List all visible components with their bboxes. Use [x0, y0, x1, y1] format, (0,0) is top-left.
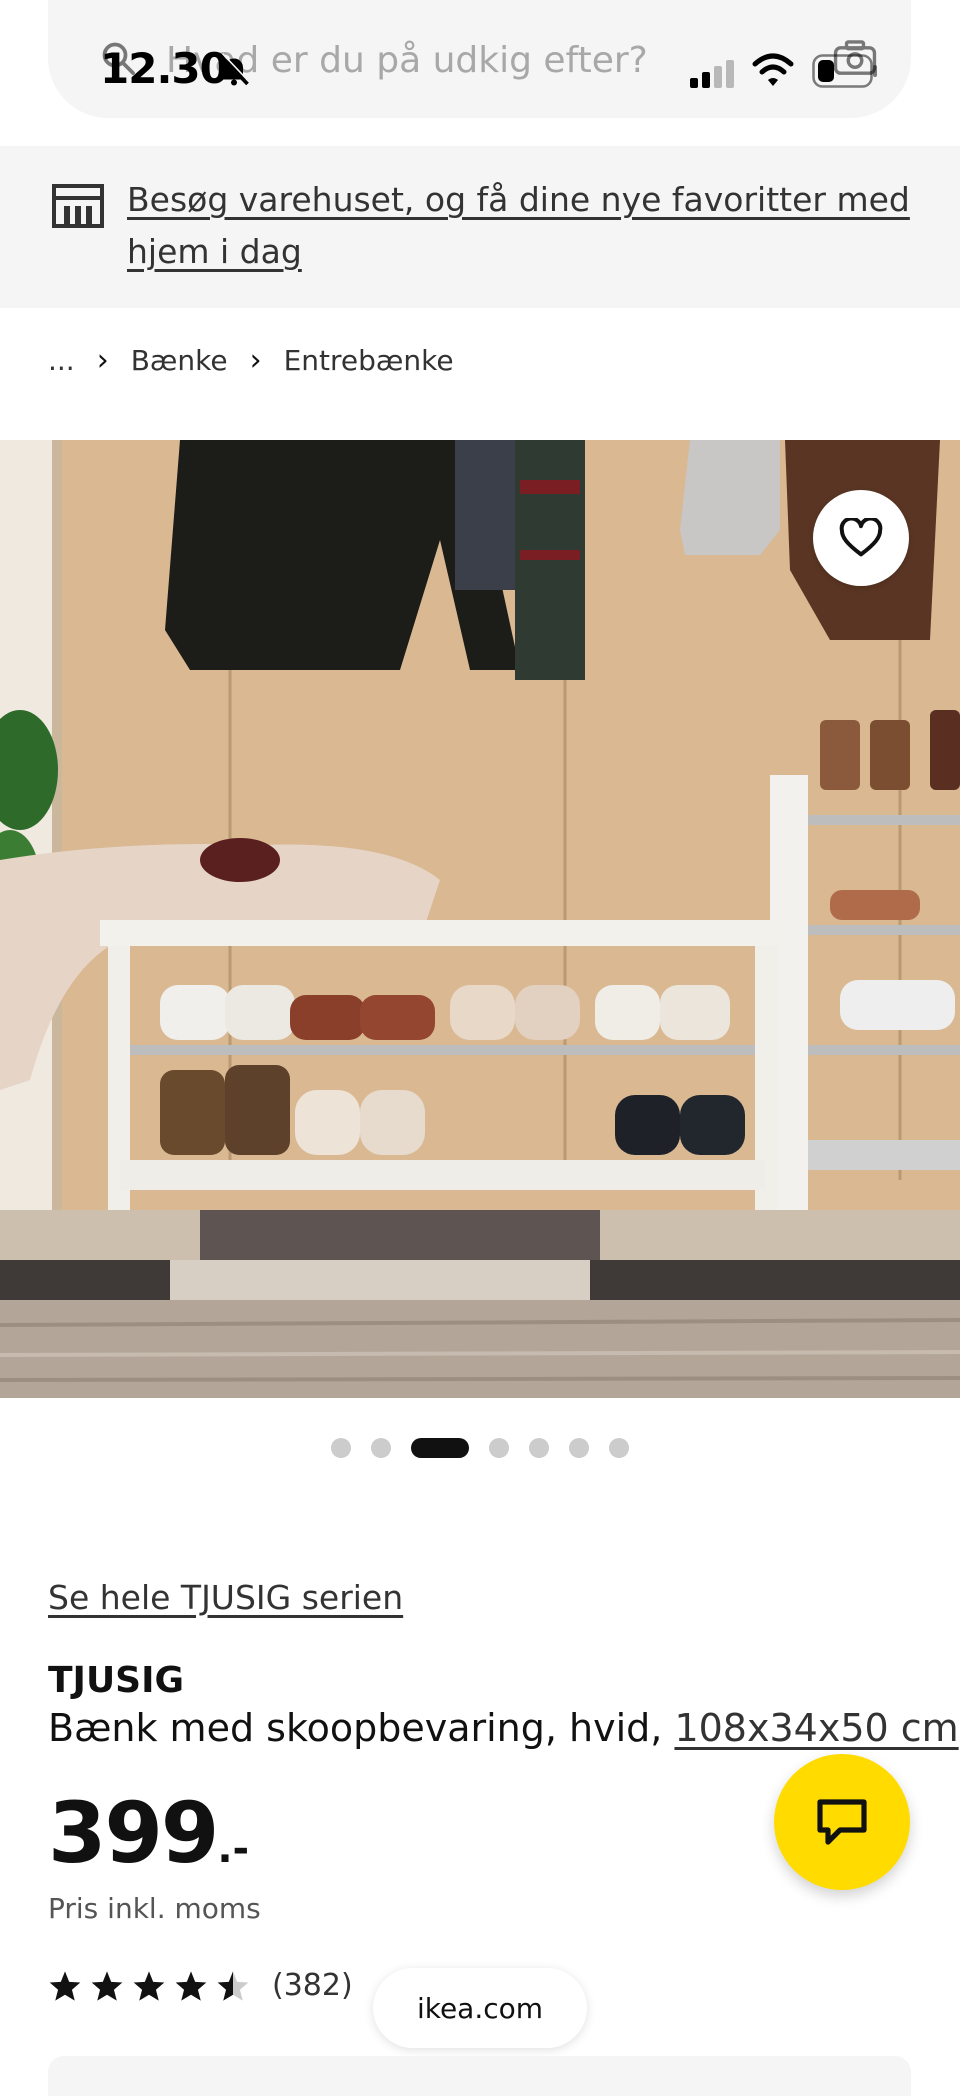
breadcrumb: ... › Bænke › Entrebænke [48, 340, 454, 380]
product-name: TJUSIG [48, 1660, 185, 1701]
carousel-dot[interactable] [331, 1438, 351, 1458]
chevron-right-icon: › [96, 342, 109, 378]
price-main: 399 [48, 1784, 219, 1882]
heart-icon [839, 518, 883, 557]
carousel-dot[interactable] [609, 1438, 629, 1458]
chat-button[interactable] [774, 1754, 910, 1890]
star-half-icon [217, 1970, 249, 2001]
signal-icon [690, 60, 734, 88]
chat-icon [817, 1799, 867, 1845]
price-note: Pris inkl. moms [48, 1892, 261, 1925]
star-icon [133, 1970, 165, 2001]
price: 399 .- [48, 1784, 249, 1882]
star-icon [175, 1970, 207, 2001]
breadcrumb-item-ellipsis[interactable]: ... [48, 344, 75, 377]
bottom-card [48, 2056, 911, 2096]
store-banner: Besøg varehuset, og få dine nye favoritt… [0, 146, 960, 308]
browser-url-pill[interactable]: ikea.com [373, 1968, 587, 2048]
product-image[interactable] [0, 440, 960, 1398]
store-visit-link[interactable]: Besøg varehuset, og få dine nye favoritt… [127, 174, 927, 278]
star-icon [91, 1970, 123, 2001]
favorite-button[interactable] [813, 490, 909, 586]
product-photo [0, 440, 960, 1398]
carousel-dot[interactable] [569, 1438, 589, 1458]
carousel-dot[interactable] [489, 1438, 509, 1458]
carousel-dots [0, 1436, 960, 1460]
product-description-text: Bænk med skoopbevaring, hvid, [48, 1706, 675, 1750]
chevron-right-icon: › [249, 342, 262, 378]
product-dimensions-link[interactable]: 108x34x50 cm [674, 1706, 958, 1750]
rating[interactable]: (382) [48, 1968, 353, 2003]
carousel-dot[interactable] [371, 1438, 391, 1458]
breadcrumb-item-entrebaenke[interactable]: Entrebænke [284, 344, 454, 377]
carousel-dot[interactable] [529, 1438, 549, 1458]
series-link[interactable]: Se hele TJUSIG serien [48, 1578, 403, 1617]
review-count: (382) [272, 1968, 353, 2003]
carousel-dot-active[interactable] [411, 1438, 469, 1458]
product-description: Bænk med skoopbevaring, hvid, 108x34x50 … [48, 1706, 959, 1750]
status-time: 12.30 [100, 44, 229, 93]
star-icon [49, 1970, 81, 2001]
battery-icon [812, 54, 877, 88]
wifi-icon [752, 53, 794, 86]
rating-stars [48, 1970, 250, 2002]
bell-muted-icon [219, 53, 251, 86]
price-suffix: .- [217, 1826, 250, 1872]
breadcrumb-item-baenke[interactable]: Bænke [131, 344, 228, 377]
store-icon [52, 184, 104, 228]
